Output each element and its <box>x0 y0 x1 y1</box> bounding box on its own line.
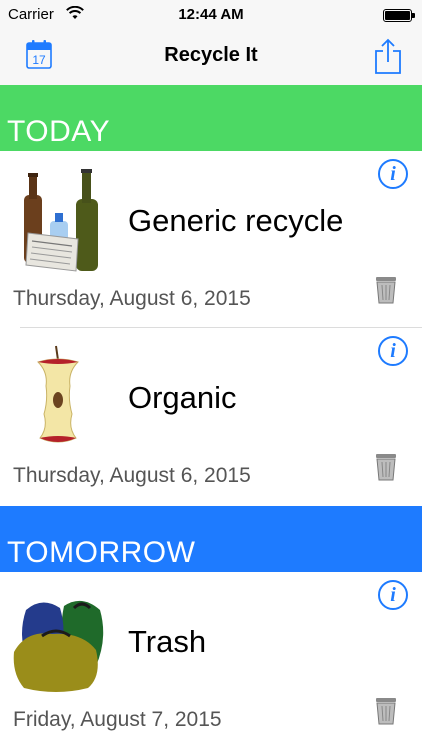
trash-can-icon[interactable] <box>374 452 398 482</box>
section-title: TODAY <box>7 115 111 148</box>
share-icon[interactable] <box>374 38 402 74</box>
section-header-tomorrow: TOMORROW <box>0 506 422 572</box>
trash-can-icon[interactable] <box>374 275 398 305</box>
status-time: 12:44 AM <box>178 6 244 23</box>
info-button[interactable]: i <box>378 580 408 610</box>
battery-icon <box>383 9 415 22</box>
status-bar: Carrier 12:44 AM <box>0 0 422 30</box>
app-screen: Carrier 12:44 AM 17 Recycle It TODAY Gen… <box>0 0 422 750</box>
list-item[interactable]: Generic recycle Thursday, August 6, 2015… <box>0 151 422 328</box>
page-title: Recycle It <box>164 44 258 66</box>
item-name: Organic <box>128 380 237 415</box>
trash-can-icon[interactable] <box>374 696 398 726</box>
info-button[interactable]: i <box>378 159 408 189</box>
apple-core-icon <box>37 345 79 443</box>
recycle-bottles-icon <box>24 169 98 272</box>
list-item[interactable]: Organic Thursday, August 6, 2015 i <box>0 328 422 506</box>
section-title: TOMORROW <box>7 536 196 569</box>
list-item[interactable]: Trash Friday, August 7, 2015 i <box>0 572 422 750</box>
item-date: Friday, August 7, 2015 <box>13 708 222 731</box>
navigation-bar: 17 Recycle It <box>0 30 422 85</box>
info-button[interactable]: i <box>378 336 408 366</box>
item-name: Generic recycle <box>128 203 344 238</box>
item-name: Trash <box>128 624 207 659</box>
item-date: Thursday, August 6, 2015 <box>13 287 251 310</box>
section-header-today: TODAY <box>0 85 422 151</box>
trash-bags-icon <box>13 600 104 692</box>
item-date: Thursday, August 6, 2015 <box>13 464 251 487</box>
